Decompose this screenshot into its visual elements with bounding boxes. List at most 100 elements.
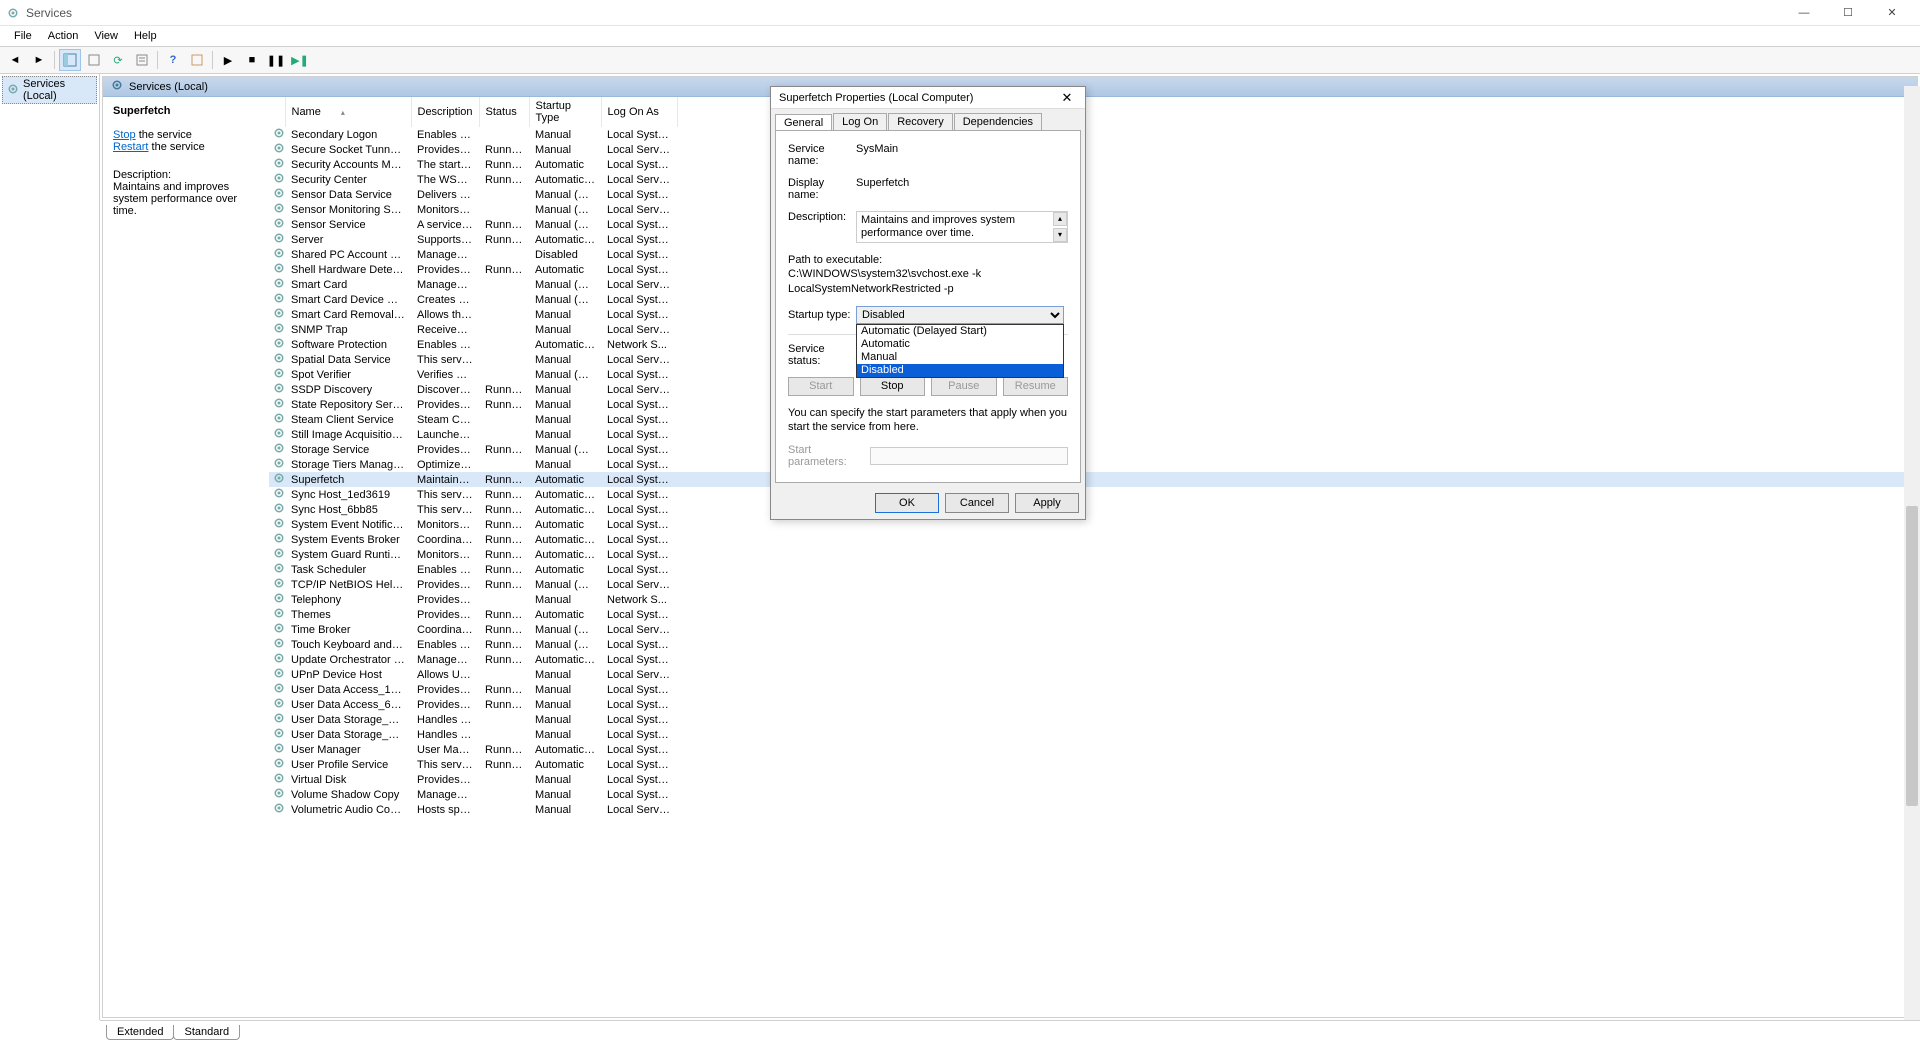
close-button[interactable]: ✕ (1870, 0, 1914, 26)
stop-service-button[interactable]: ■ (241, 49, 263, 71)
ok-button[interactable]: OK (875, 493, 939, 513)
table-row[interactable]: Shared PC Account ManagerManages pr...Di… (269, 247, 1917, 262)
option-automatic[interactable]: Automatic (857, 338, 1063, 351)
table-row[interactable]: Volumetric Audio Composit...Hosts spatia… (269, 802, 1917, 817)
start-service-button[interactable]: ▶ (217, 49, 239, 71)
col-logon[interactable]: Log On As (601, 97, 677, 127)
col-description[interactable]: Description (411, 97, 479, 127)
tab-logon[interactable]: Log On (833, 113, 887, 130)
minimize-button[interactable]: — (1782, 0, 1826, 26)
scroll-down-icon[interactable]: ▾ (1053, 228, 1067, 242)
table-row[interactable]: User Data Storage_1ed3619Handles sto...M… (269, 712, 1917, 727)
menu-help[interactable]: Help (126, 28, 165, 44)
table-row[interactable]: Secure Socket Tunneling Pr...Provides su… (269, 142, 1917, 157)
table-row[interactable]: ThemesProvides us...RunningAutomaticLoca… (269, 607, 1917, 622)
table-row[interactable]: Touch Keyboard and Hand...Enables Tou...… (269, 637, 1917, 652)
table-row[interactable]: Sync Host_6bb85This service ...RunningAu… (269, 502, 1917, 517)
table-row[interactable]: Smart Card Removal PolicyAllows the s...… (269, 307, 1917, 322)
help-button[interactable]: ? (162, 49, 184, 71)
scrollbar-thumb[interactable] (1906, 506, 1918, 806)
table-row[interactable]: User Data Storage_6bb85Handles sto...Man… (269, 727, 1917, 742)
apply-button[interactable]: Apply (1015, 493, 1079, 513)
tab-general[interactable]: General (775, 114, 832, 131)
table-row[interactable]: Spatial Data ServiceThis service ...Manu… (269, 352, 1917, 367)
table-row[interactable]: Steam Client ServiceSteam Clien...Manual… (269, 412, 1917, 427)
menu-view[interactable]: View (86, 28, 126, 44)
pause-button[interactable]: Pause (931, 377, 997, 396)
table-row[interactable]: Software ProtectionEnables the ...Automa… (269, 337, 1917, 352)
tab-recovery[interactable]: Recovery (888, 113, 952, 130)
table-row[interactable]: User Profile ServiceThis service ...Runn… (269, 757, 1917, 772)
back-button[interactable]: ◄ (4, 49, 26, 71)
menu-action[interactable]: Action (40, 28, 87, 44)
col-status[interactable]: Status (479, 97, 529, 127)
pause-service-button[interactable]: ❚❚ (265, 49, 287, 71)
cancel-button[interactable]: Cancel (945, 493, 1009, 513)
menu-file[interactable]: File (6, 28, 40, 44)
table-row[interactable]: Smart CardManages ac...Manual (Trig...Lo… (269, 277, 1917, 292)
table-row[interactable]: Update Orchestrator ServiceManages W...R… (269, 652, 1917, 667)
list-pane[interactable]: Name▴ Description Status Startup Type Lo… (269, 97, 1917, 1017)
option-auto-delayed[interactable]: Automatic (Delayed Start) (857, 325, 1063, 338)
table-row[interactable]: ServerSupports fil...RunningAutomatic (T… (269, 232, 1917, 247)
restart-service-button[interactable]: ▶❚ (289, 49, 311, 71)
table-row[interactable]: Secondary LogonEnables star...ManualLoca… (269, 127, 1917, 142)
table-row[interactable]: User ManagerUser Manag...RunningAutomati… (269, 742, 1917, 757)
scroll-up-icon[interactable]: ▴ (1053, 212, 1067, 226)
tab-standard[interactable]: Standard (173, 1025, 240, 1040)
col-name[interactable]: Name▴ (285, 97, 411, 127)
table-row[interactable]: UPnP Device HostAllows UPn...ManualLocal… (269, 667, 1917, 682)
refresh-button[interactable]: ⟳ (107, 49, 129, 71)
table-row[interactable]: Security CenterThe WSCSV...RunningAutoma… (269, 172, 1917, 187)
resume-button[interactable]: Resume (1003, 377, 1069, 396)
table-row[interactable]: Time BrokerCoordinates...RunningManual (… (269, 622, 1917, 637)
table-row[interactable]: Sensor ServiceA service fo...RunningManu… (269, 217, 1917, 232)
table-row[interactable]: State Repository ServiceProvides re...Ru… (269, 397, 1917, 412)
table-row[interactable]: Volume Shadow CopyManages an...ManualLoc… (269, 787, 1917, 802)
table-row[interactable]: TCP/IP NetBIOS HelperProvides su...Runni… (269, 577, 1917, 592)
tree-root-item[interactable]: Services (Local) (2, 76, 97, 104)
table-row[interactable]: System Events BrokerCoordinates...Runnin… (269, 532, 1917, 547)
vertical-scrollbar[interactable] (1904, 86, 1920, 1020)
table-row[interactable]: Sync Host_1ed3619This service ...Running… (269, 487, 1917, 502)
table-row[interactable]: User Data Access_1ed3619Provides ap...Ru… (269, 682, 1917, 697)
table-row[interactable]: User Data Access_6bb85Provides ap...Runn… (269, 697, 1917, 712)
table-row[interactable]: SNMP TrapReceives tra...ManualLocal Serv… (269, 322, 1917, 337)
dialog-titlebar[interactable]: Superfetch Properties (Local Computer) ✕ (771, 87, 1085, 109)
col-startup[interactable]: Startup Type (529, 97, 601, 127)
table-row[interactable]: SuperfetchMaintains a...RunningAutomatic… (269, 472, 1917, 487)
description-box[interactable]: Maintains and improves system performanc… (856, 211, 1068, 243)
stop-button[interactable]: Stop (860, 377, 926, 396)
table-row[interactable]: Spot VerifierVerifies pote...Manual (Tri… (269, 367, 1917, 382)
properties-button[interactable] (131, 49, 153, 71)
table-row[interactable]: Task SchedulerEnables a us...RunningAuto… (269, 562, 1917, 577)
table-row[interactable]: TelephonyProvides Tel...ManualNetwork S.… (269, 592, 1917, 607)
table-row[interactable]: Security Accounts ManagerThe startup ...… (269, 157, 1917, 172)
table-row[interactable]: Shell Hardware DetectionProvides no...Ru… (269, 262, 1917, 277)
tab-extended[interactable]: Extended (106, 1025, 174, 1040)
start-button[interactable]: Start (788, 377, 854, 396)
maximize-button[interactable]: ☐ (1826, 0, 1870, 26)
table-row[interactable]: SSDP DiscoveryDiscovers n...RunningManua… (269, 382, 1917, 397)
dialog-close-button[interactable]: ✕ (1057, 90, 1077, 106)
show-hide-tree-button[interactable] (59, 49, 81, 71)
restart-link[interactable]: Restart (113, 141, 148, 153)
table-row[interactable]: Sensor Monitoring ServiceMonitors va...M… (269, 202, 1917, 217)
table-row[interactable]: Virtual DiskProvides m...ManualLocal Sys… (269, 772, 1917, 787)
option-disabled[interactable]: Disabled (857, 364, 1063, 377)
table-row[interactable]: System Guard Runtime Mo...Monitors an...… (269, 547, 1917, 562)
option-manual[interactable]: Manual (857, 351, 1063, 364)
start-params-input[interactable] (870, 447, 1068, 465)
table-row[interactable]: Storage ServiceProvides en...RunningManu… (269, 442, 1917, 457)
table-row[interactable]: System Event Notification S...Monitors s… (269, 517, 1917, 532)
startup-type-select[interactable]: Disabled (856, 306, 1064, 324)
toolbar-button[interactable] (186, 49, 208, 71)
tab-dependencies[interactable]: Dependencies (954, 113, 1042, 130)
table-row[interactable]: Still Image Acquisition EventsLaunches a… (269, 427, 1917, 442)
table-row[interactable]: Sensor Data ServiceDelivers dat...Manual… (269, 187, 1917, 202)
stop-link[interactable]: Stop (113, 129, 136, 141)
forward-button[interactable]: ► (28, 49, 50, 71)
table-row[interactable]: Smart Card Device Enumera...Creates soft… (269, 292, 1917, 307)
export-list-button[interactable] (83, 49, 105, 71)
table-row[interactable]: Storage Tiers ManagementOptimizes t...Ma… (269, 457, 1917, 472)
